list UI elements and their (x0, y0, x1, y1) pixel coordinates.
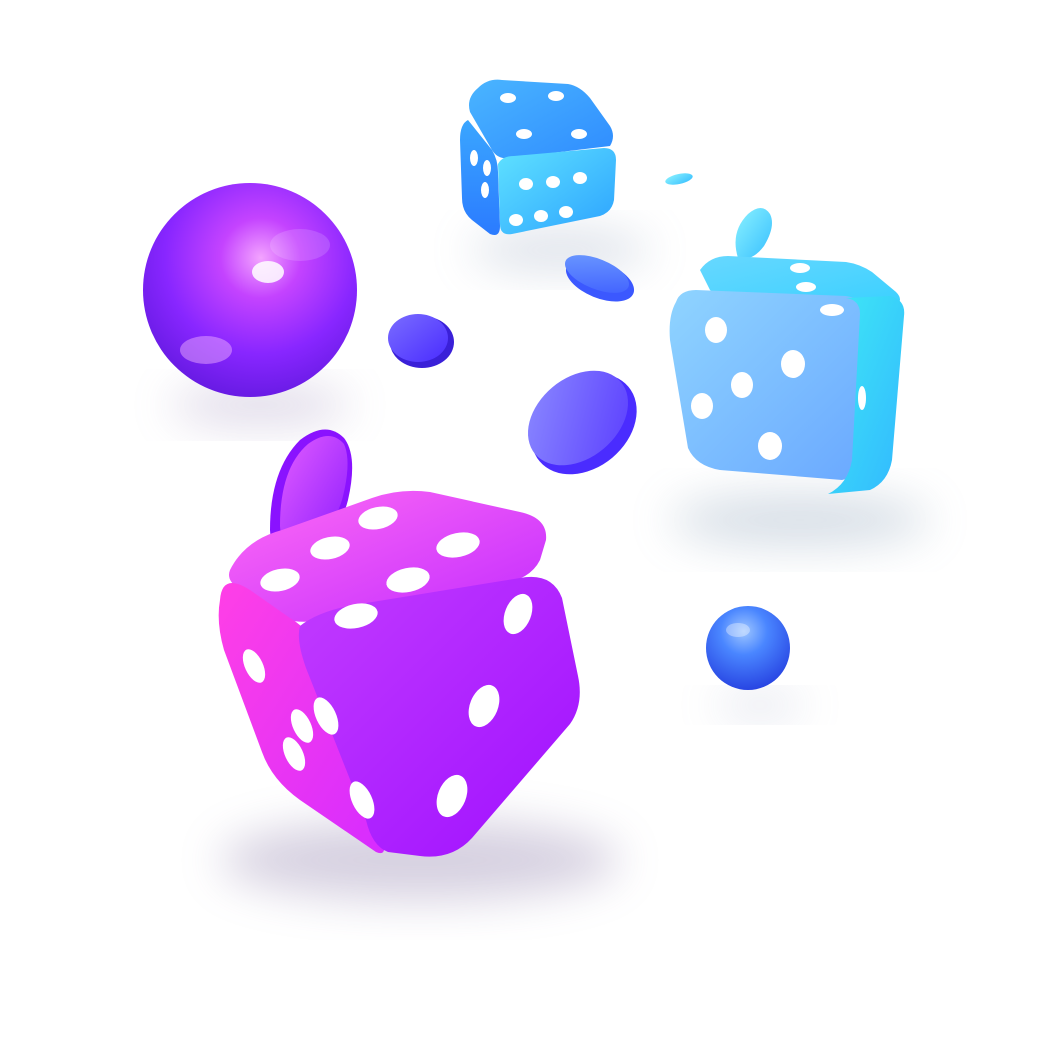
purple-sphere (143, 183, 357, 397)
dice-scene (143, 79, 930, 900)
cyan-die-right (669, 256, 905, 494)
purple-die (218, 490, 580, 857)
coin-small-cyan (665, 173, 693, 185)
blue-die-top (460, 79, 616, 235)
coin-cyan-upright (735, 208, 772, 259)
coin-large (527, 370, 637, 475)
blue-sphere-small (706, 606, 790, 690)
coin-medium (388, 314, 454, 368)
